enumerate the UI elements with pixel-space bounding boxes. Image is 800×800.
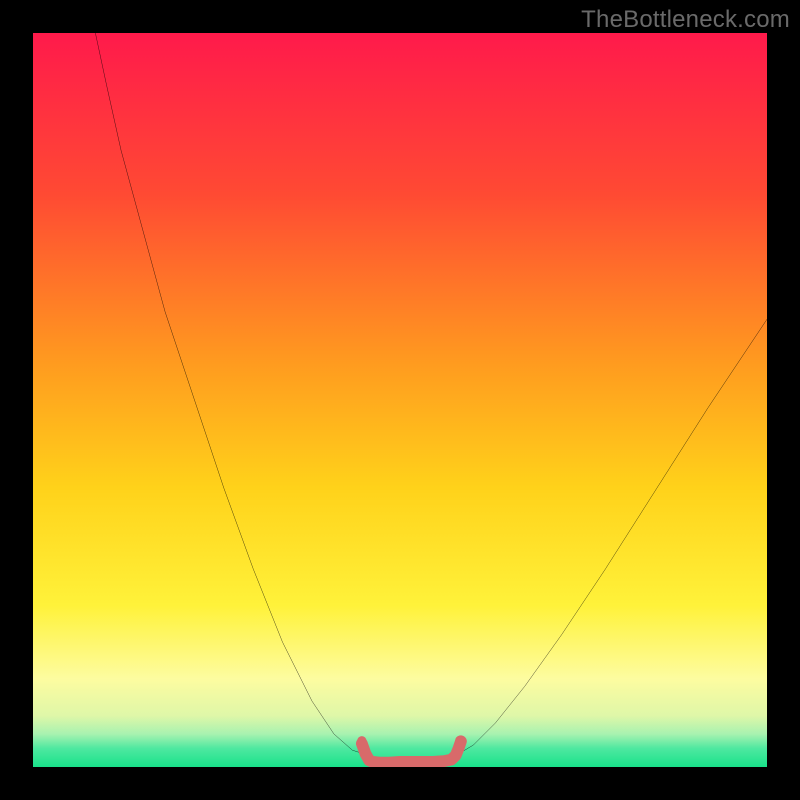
chart-plot-area bbox=[33, 33, 767, 767]
bottleneck-gradient-background bbox=[33, 33, 767, 767]
x-axis-label bbox=[0, 0, 1, 1]
y-axis-label bbox=[0, 0, 1, 1]
chart-title bbox=[0, 0, 1, 1]
watermark-label: TheBottleneck.com bbox=[581, 6, 790, 34]
app-frame: TheBottleneck.com bbox=[0, 0, 800, 800]
